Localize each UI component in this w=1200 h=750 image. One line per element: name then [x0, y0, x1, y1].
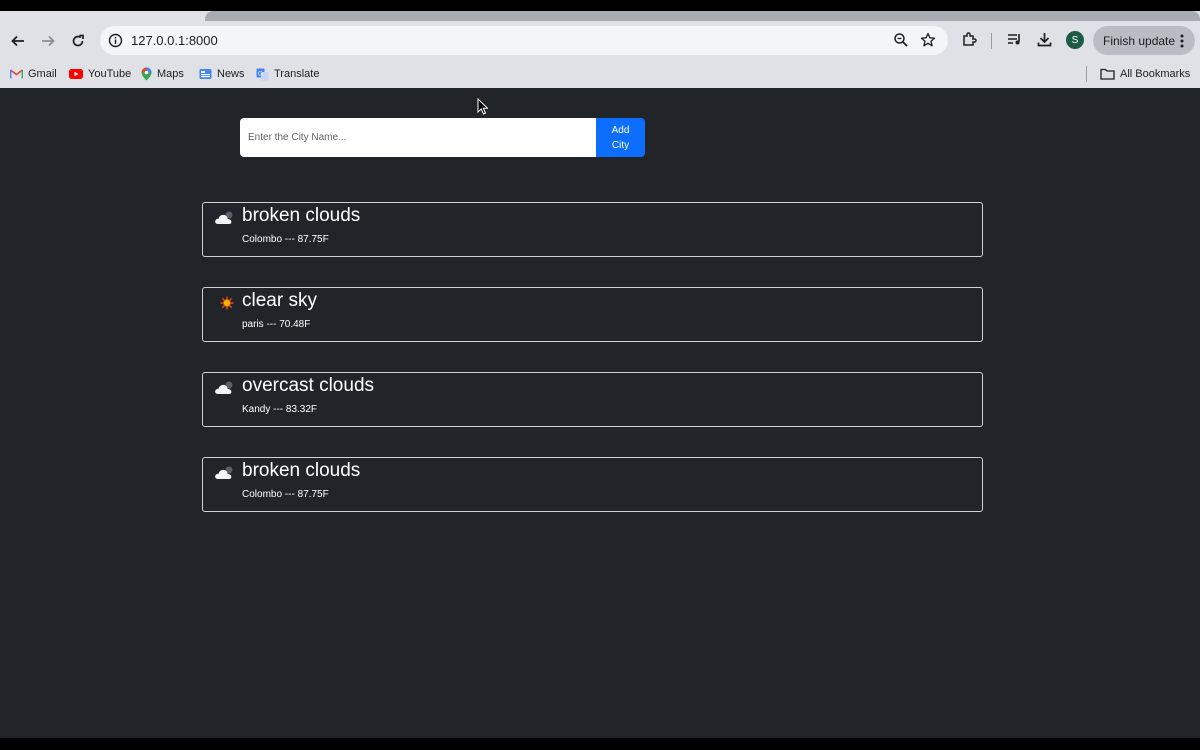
bookmarks-separator: [1086, 66, 1087, 82]
weather-card: clear sky paris --- 70.48F: [202, 287, 983, 342]
toolbar-separator: [991, 33, 992, 49]
bookmark-news[interactable]: News: [199, 66, 245, 82]
folder-icon: [1100, 68, 1115, 80]
back-arrow-icon: [11, 35, 24, 47]
finish-update-label: Finish update: [1103, 34, 1176, 48]
bookmark-label: Translate: [274, 68, 320, 80]
site-info-icon[interactable]: [108, 33, 123, 48]
youtube-icon: [69, 69, 83, 79]
city-temperature: Colombo --- 87.75F: [242, 489, 329, 500]
bookmark-label: Gmail: [28, 68, 57, 80]
news-icon: [199, 69, 212, 79]
city-temperature: Kandy --- 83.32F: [242, 404, 318, 415]
bookmark-label: YouTube: [88, 68, 132, 80]
sun-icon: [220, 296, 234, 310]
page-viewport: Add City broken clouds Colombo --- 87.75…: [0, 88, 1200, 738]
weather-card: overcast clouds Kandy --- 83.32F: [202, 372, 983, 427]
city-temperature: paris --- 70.48F: [242, 319, 311, 330]
zoom-icon[interactable]: [893, 32, 909, 48]
city-name-input[interactable]: [240, 118, 596, 157]
download-icon[interactable]: [1036, 31, 1053, 48]
all-bookmarks[interactable]: All Bookmarks: [1100, 66, 1190, 82]
maps-icon: [141, 67, 152, 81]
extensions-icon[interactable]: [961, 31, 978, 48]
weather-description: broken clouds: [242, 460, 361, 481]
finish-update-button[interactable]: Finish update: [1093, 26, 1195, 55]
weather-description: clear sky: [242, 290, 317, 311]
more-menu-icon[interactable]: [1180, 34, 1184, 48]
forward-button[interactable]: [36, 29, 60, 53]
profile-avatar[interactable]: S: [1066, 31, 1084, 49]
weather-card: broken clouds Colombo --- 87.75F: [202, 202, 983, 257]
mouse-pointer-icon: [477, 98, 488, 115]
bookmark-translate[interactable]: G Translate: [256, 66, 319, 82]
forward-arrow-icon: [42, 35, 55, 47]
avatar-letter: S: [1071, 34, 1079, 46]
bottom-frame: [0, 738, 1200, 750]
cloud-icon: [215, 211, 233, 224]
bookmark-label: Maps: [157, 68, 184, 80]
bookmark-youtube[interactable]: YouTube: [69, 66, 131, 82]
translate-icon: G: [256, 68, 269, 80]
bookmarks-bar: Gmail YouTube Maps News G Translate All …: [0, 61, 1200, 88]
back-button[interactable]: [6, 29, 30, 53]
svg-text:G: G: [258, 71, 263, 77]
reload-icon: [72, 34, 84, 47]
cloud-icon: [215, 381, 233, 394]
address-url[interactable]: 127.0.0.1:8000: [131, 33, 218, 48]
bookmark-gmail[interactable]: Gmail: [10, 66, 57, 82]
bookmark-star-icon[interactable]: [920, 32, 936, 48]
weather-description: overcast clouds: [242, 375, 375, 396]
cloud-icon: [215, 466, 233, 479]
bookmark-label: News: [217, 68, 245, 80]
gmail-icon: [10, 69, 23, 79]
media-queue-icon[interactable]: [1006, 31, 1023, 48]
weather-description: broken clouds: [242, 205, 361, 226]
bookmark-maps[interactable]: Maps: [141, 66, 184, 82]
add-city-button[interactable]: Add City: [596, 118, 645, 157]
reload-button[interactable]: [66, 29, 90, 53]
city-temperature: Colombo --- 87.75F: [242, 234, 329, 245]
address-bar[interactable]: 127.0.0.1:8000: [100, 26, 948, 55]
browser-toolbar: 127.0.0.1:8000 S Finish update: [0, 21, 1200, 61]
weather-card: broken clouds Colombo --- 87.75F: [202, 457, 983, 512]
all-bookmarks-label: All Bookmarks: [1120, 68, 1191, 80]
tab-strip: [0, 0, 1200, 21]
active-tab[interactable]: [205, 11, 1200, 21]
